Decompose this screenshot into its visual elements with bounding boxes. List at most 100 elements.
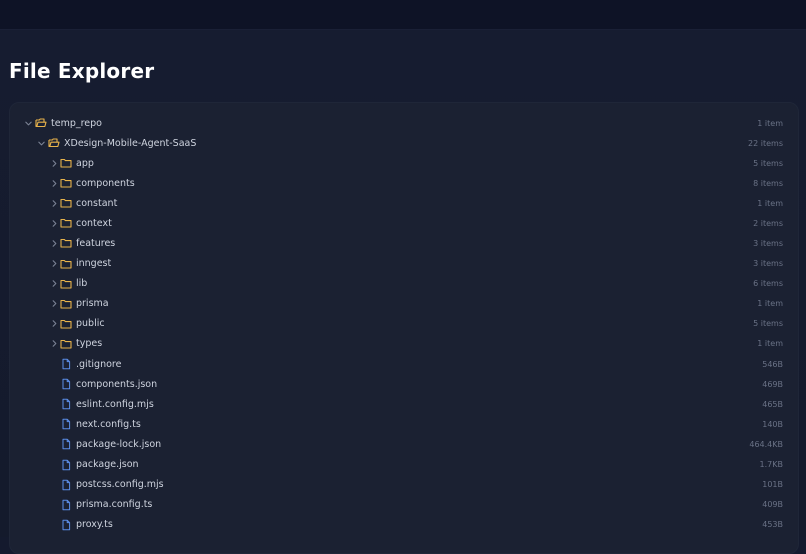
item-count: 8 items xyxy=(753,178,783,188)
item-count: 3 items xyxy=(753,259,783,268)
tree-row-folder[interactable]: components 8 items xyxy=(10,173,798,193)
tree-item-label: proxy.ts xyxy=(76,519,113,531)
chevron-down-icon[interactable] xyxy=(36,138,46,148)
tree-row-folder[interactable]: features 3 items xyxy=(10,233,798,253)
tree-row-folder[interactable]: prisma 1 item xyxy=(10,294,798,314)
folder-icon xyxy=(60,338,72,350)
tree-item-label: XDesign-Mobile-Agent-SaaS xyxy=(64,137,197,149)
folder-icon xyxy=(60,278,72,290)
tree-item-label: app xyxy=(76,157,94,169)
file-icon xyxy=(60,459,72,471)
chevron-right-icon[interactable] xyxy=(49,259,59,269)
chevron-down-icon[interactable] xyxy=(23,118,33,128)
file-size: 453B xyxy=(762,520,783,530)
chevron-right-icon[interactable] xyxy=(49,178,59,188)
item-count: 1 item xyxy=(757,299,783,309)
tree-row-root[interactable]: temp_repo 1 item xyxy=(10,113,798,133)
item-count: 1 item xyxy=(757,198,783,208)
tree-row-file[interactable]: components.json 469B xyxy=(10,374,798,394)
page-content: File Explorer temp_repo 1 item XDesign-M… xyxy=(0,30,806,554)
file-size: 546B xyxy=(762,359,783,369)
file-icon xyxy=(60,418,72,430)
folder-icon xyxy=(60,177,72,189)
tree-row-file[interactable]: package-lock.json 464.4KB xyxy=(10,434,798,454)
tree-item-label: package.json xyxy=(76,459,139,470)
file-size: 464.4KB xyxy=(749,439,783,449)
tree-item-label: prisma.config.ts xyxy=(76,499,153,511)
file-icon xyxy=(60,378,72,390)
tree-row-folder[interactable]: app 5 items xyxy=(10,153,798,173)
folder-icon xyxy=(60,318,72,330)
tree-row-file[interactable]: proxy.ts 453B xyxy=(10,515,798,535)
file-icon xyxy=(60,479,72,491)
tree-item-label: postcss.config.mjs xyxy=(76,479,164,491)
file-size: 140B xyxy=(762,419,783,429)
folder-icon xyxy=(60,237,72,249)
file-tree-panel: temp_repo 1 item XDesign-Mobile-Agent-Sa… xyxy=(9,102,799,554)
chevron-right-icon[interactable] xyxy=(49,299,59,309)
chevron-right-icon[interactable] xyxy=(49,238,59,248)
tree-item-label: temp_repo xyxy=(51,117,102,129)
item-count: 2 items xyxy=(753,218,783,228)
tree-item-label: context xyxy=(76,217,112,229)
file-size: 101B xyxy=(762,480,783,490)
tree-item-label: eslint.config.mjs xyxy=(76,398,154,410)
file-size: 469B xyxy=(762,379,783,389)
item-count: 3 items xyxy=(753,238,783,248)
file-icon xyxy=(60,358,72,370)
tree-item-label: public xyxy=(76,318,105,330)
file-icon xyxy=(60,398,72,410)
file-icon xyxy=(60,519,72,531)
file-icon xyxy=(60,438,72,450)
item-count: 1 item xyxy=(757,339,783,349)
tree-row-folder[interactable]: context 2 items xyxy=(10,213,798,233)
tree-row-file[interactable]: eslint.config.mjs 465B xyxy=(10,394,798,414)
folder-open-icon xyxy=(35,117,47,129)
item-count: 22 items xyxy=(748,138,783,148)
chevron-right-icon[interactable] xyxy=(49,339,59,349)
tree-row-file[interactable]: postcss.config.mjs 101B xyxy=(10,475,798,495)
tree-row-file[interactable]: .gitignore 546B xyxy=(10,354,798,374)
top-bar xyxy=(0,0,806,30)
file-size: 1.7KB xyxy=(759,460,783,469)
folder-icon xyxy=(60,258,72,270)
folder-icon xyxy=(60,197,72,209)
tree-row-file[interactable]: next.config.ts 140B xyxy=(10,414,798,434)
tree-row-folder[interactable]: constant 1 item xyxy=(10,193,798,213)
tree-row-file[interactable]: prisma.config.ts 409B xyxy=(10,495,798,515)
tree-row-project[interactable]: XDesign-Mobile-Agent-SaaS 22 items xyxy=(10,133,798,153)
file-size: 409B xyxy=(762,500,783,510)
file-icon xyxy=(60,499,72,511)
chevron-right-icon[interactable] xyxy=(49,218,59,228)
chevron-right-icon[interactable] xyxy=(49,279,59,289)
item-count: 1 item xyxy=(757,118,783,128)
tree-item-label: components.json xyxy=(76,378,158,390)
tree-item-label: .gitignore xyxy=(76,358,122,370)
tree-item-label: constant xyxy=(76,197,118,209)
tree-item-label: inngest xyxy=(76,258,112,269)
tree-item-label: prisma xyxy=(76,298,109,310)
chevron-right-icon[interactable] xyxy=(49,319,59,329)
chevron-right-icon[interactable] xyxy=(49,158,59,168)
tree-item-label: lib xyxy=(76,278,88,290)
item-count: 6 items xyxy=(753,279,783,289)
tree-row-file[interactable]: package.json 1.7KB xyxy=(10,455,798,475)
page-title: File Explorer xyxy=(9,59,155,83)
item-count: 5 items xyxy=(753,319,783,329)
chevron-right-icon[interactable] xyxy=(49,198,59,208)
tree-item-label: types xyxy=(76,338,103,350)
folder-icon xyxy=(60,298,72,310)
tree-item-label: components xyxy=(76,177,135,189)
folder-open-icon xyxy=(48,137,60,149)
tree-row-folder[interactable]: lib 6 items xyxy=(10,274,798,294)
tree-row-folder[interactable]: types 1 item xyxy=(10,334,798,354)
folder-icon xyxy=(60,217,72,229)
tree-item-label: package-lock.json xyxy=(76,438,162,450)
tree-item-label: features xyxy=(76,237,116,249)
file-size: 465B xyxy=(762,399,783,409)
folder-icon xyxy=(60,157,72,169)
tree-row-folder[interactable]: public 5 items xyxy=(10,314,798,334)
tree-item-label: next.config.ts xyxy=(76,418,141,430)
item-count: 5 items xyxy=(753,158,783,168)
tree-row-folder[interactable]: inngest 3 items xyxy=(10,254,798,274)
